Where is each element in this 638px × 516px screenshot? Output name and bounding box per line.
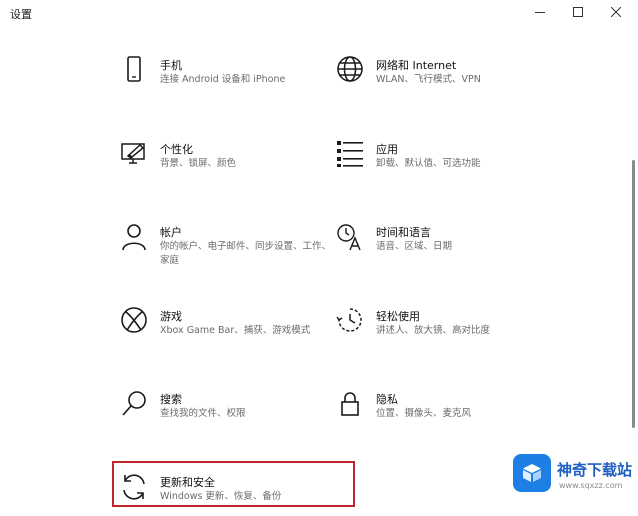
xbox-icon: [118, 306, 150, 338]
title-bar: 设置: [0, 0, 638, 26]
tile-description: WLAN、飞行模式、VPN: [376, 74, 481, 85]
close-icon: [611, 7, 621, 17]
tile-title: 手机: [160, 59, 182, 72]
tile-title: 隐私: [376, 393, 398, 406]
tile-search[interactable]: 搜索 查找我的文件、权限: [118, 389, 338, 449]
search-icon: [118, 389, 150, 421]
tile-title: 网络和 Internet: [376, 59, 457, 72]
phone-icon: [118, 55, 150, 87]
highlight-box: [112, 461, 355, 507]
tile-description: 你的帐户、电子邮件、同步设置、工作、家庭: [160, 241, 332, 266]
window-title: 设置: [10, 8, 32, 21]
tile-title: 个性化: [160, 143, 193, 156]
tile-description: 背景、锁屏、颜色: [160, 158, 237, 169]
watermark-url: www.sqxzz.com: [559, 481, 623, 490]
tile-network[interactable]: 网络和 Internet WLAN、飞行模式、VPN: [334, 55, 554, 115]
tile-title: 游戏: [160, 310, 182, 323]
minimize-icon: [535, 12, 545, 13]
watermark-logo-icon: [513, 454, 551, 492]
minimize-button[interactable]: [520, 0, 560, 24]
tile-description: 语音、区域、日期: [376, 241, 453, 252]
person-icon: [118, 222, 150, 254]
tile-description: 连接 Android 设备和 iPhone: [160, 74, 286, 85]
tile-description: 位置、摄像头、麦克风: [376, 408, 472, 419]
tile-description: 讲述人、放大镜、高对比度: [376, 325, 491, 336]
tile-gaming[interactable]: 游戏 Xbox Game Bar、捕获、游戏模式: [118, 306, 338, 366]
tile-privacy[interactable]: 隐私 位置、摄像头、麦克风: [334, 389, 554, 449]
tile-phone[interactable]: 手机 连接 Android 设备和 iPhone: [118, 55, 338, 115]
tile-description: 查找我的文件、权限: [160, 408, 246, 419]
personalization-icon: [118, 139, 150, 171]
ease-of-access-icon: [334, 306, 366, 338]
tile-title: 轻松使用: [376, 310, 420, 323]
apps-list-icon: [334, 139, 366, 171]
tile-ease-of-access[interactable]: 轻松使用 讲述人、放大镜、高对比度: [334, 306, 554, 366]
lock-icon: [334, 389, 366, 421]
tile-description: 卸载、默认值、可选功能: [376, 158, 481, 169]
tile-title: 时间和语言: [376, 226, 431, 239]
tile-title: 搜索: [160, 393, 182, 406]
tile-title: 应用: [376, 143, 398, 156]
tile-accounts[interactable]: 帐户 你的帐户、电子邮件、同步设置、工作、家庭: [118, 222, 338, 282]
close-button[interactable]: [596, 0, 636, 24]
scrollbar[interactable]: [632, 160, 635, 428]
time-language-icon: [334, 222, 366, 254]
maximize-button[interactable]: [558, 0, 598, 24]
tile-apps[interactable]: 应用 卸载、默认值、可选功能: [334, 139, 554, 199]
watermark-name: 神奇下载站: [557, 461, 633, 479]
tile-time-language[interactable]: 时间和语言 语音、区域、日期: [334, 222, 554, 282]
tile-personalization[interactable]: 个性化 背景、锁屏、颜色: [118, 139, 338, 199]
tile-title: 帐户: [160, 226, 182, 239]
globe-icon: [334, 55, 366, 87]
maximize-icon: [573, 7, 583, 17]
watermark: 神奇下载站 www.sqxzz.com: [511, 454, 638, 498]
tile-description: Xbox Game Bar、捕获、游戏模式: [160, 325, 311, 336]
